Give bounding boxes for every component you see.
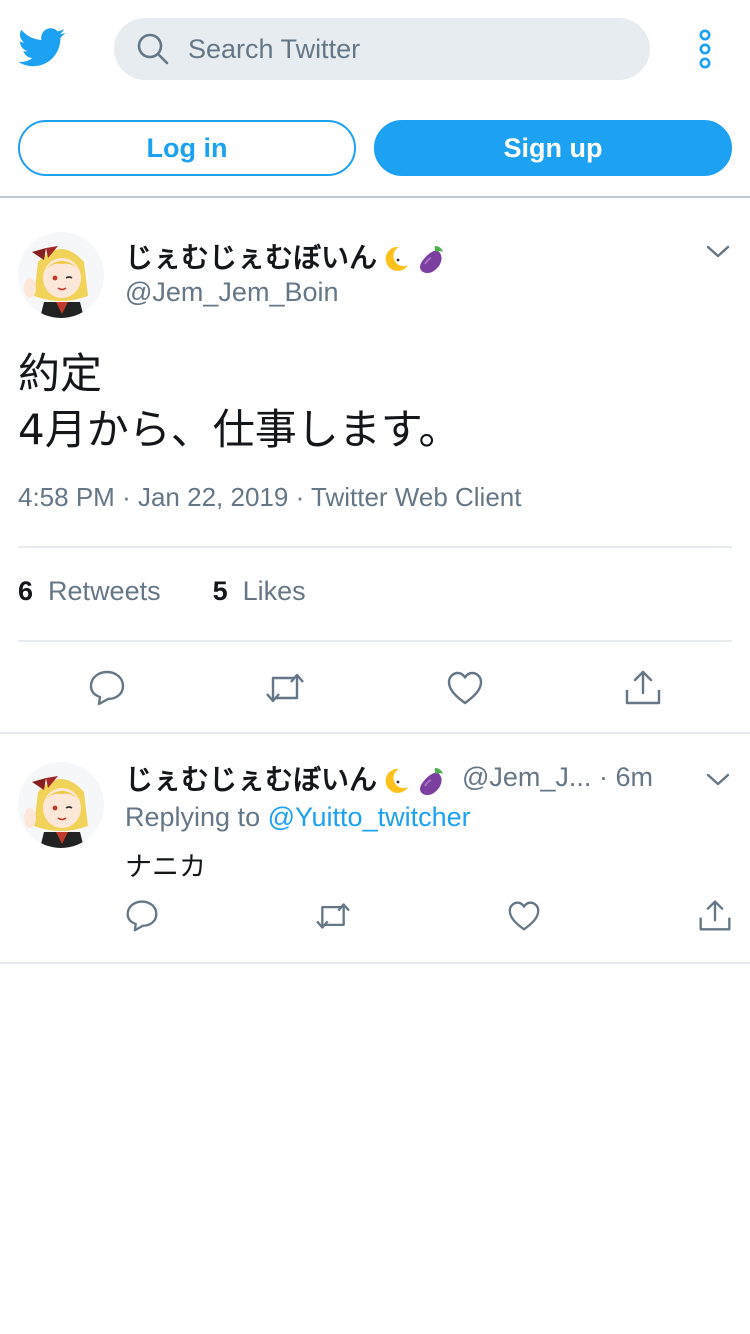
search-input[interactable] [188, 18, 628, 80]
tweet-metadata: 4:58 PM · Jan 22, 2019 · Twitter Web Cli… [18, 482, 521, 513]
tweet-text: 約定 4月から、仕事します。 [18, 349, 461, 454]
top-bar [0, 0, 750, 96]
meta-separator: · [598, 762, 608, 792]
reply-icon [126, 900, 158, 932]
avatar-image [18, 232, 104, 318]
eggplant-icon [420, 246, 444, 274]
crescent-moon-icon [385, 768, 409, 793]
more-vertical-icon[interactable] [690, 28, 720, 72]
reply-button[interactable] [88, 668, 126, 706]
replying-to-link[interactable]: @Yuitto_twitcher [268, 802, 471, 832]
meta-separator: · [295, 482, 305, 512]
share-button[interactable] [624, 668, 662, 706]
like-button[interactable] [446, 670, 484, 706]
avatar-image [18, 762, 104, 848]
like-label: Likes [242, 576, 306, 606]
tweet-client[interactable]: Twitter Web Client [311, 482, 521, 512]
retweet-icon [266, 673, 304, 703]
twitter-bird-icon[interactable] [18, 28, 66, 68]
handle[interactable]: @Jem_Jem_Boin [125, 277, 339, 308]
divider [18, 546, 732, 548]
eggplant-icon [420, 768, 444, 796]
login-button[interactable]: Log in [18, 120, 356, 176]
reply-text: ナニカ [125, 852, 206, 883]
replying-to: Replying to @Yuitto_twitcher [125, 802, 471, 833]
divider [0, 732, 750, 734]
handle[interactable]: @Jem_J... [462, 762, 591, 792]
tweet-stats: 6 Retweets 5 Likes [18, 576, 306, 607]
heart-icon [447, 671, 483, 705]
heart-icon [508, 901, 540, 931]
retweet-button[interactable] [314, 900, 352, 932]
divider [0, 962, 750, 964]
retweet-label: Retweets [48, 576, 161, 606]
display-name[interactable]: じぇむじぇむぼいん [125, 236, 449, 276]
likes-stat[interactable]: 5 Likes [213, 576, 306, 606]
display-name-text: じぇむじぇむぼいん [125, 241, 378, 274]
search-box[interactable] [114, 18, 650, 80]
tweet-page: Log in Sign up じぇむじぇむぼいん @Jem_Je [0, 0, 750, 1334]
meta-separator: · [122, 482, 131, 512]
reply-icon [89, 670, 125, 706]
display-name[interactable]: じぇむじぇむぼいん [125, 758, 449, 798]
tweet-age[interactable]: 6m [615, 762, 653, 792]
retweet-count: 6 [18, 576, 34, 606]
share-icon [625, 670, 661, 705]
retweet-button[interactable] [264, 670, 306, 706]
search-icon [137, 33, 169, 65]
like-button[interactable] [507, 900, 541, 932]
signup-button[interactable]: Sign up [374, 120, 732, 176]
share-button[interactable] [698, 898, 732, 932]
avatar[interactable] [18, 232, 104, 318]
retweet-icon [316, 903, 350, 929]
reply-button[interactable] [125, 898, 159, 932]
tweet-date[interactable]: Jan 22, 2019 [138, 482, 288, 512]
tweet-time[interactable]: 4:58 PM [18, 482, 115, 512]
share-icon [699, 900, 731, 931]
like-count: 5 [212, 576, 228, 606]
display-name-text: じぇむじぇむぼいん [125, 763, 378, 796]
chevron-down-icon[interactable] [705, 243, 731, 261]
avatar[interactable] [18, 762, 104, 848]
divider [18, 640, 732, 642]
replying-prefix: Replying to [125, 802, 261, 832]
header-divider [0, 196, 750, 198]
crescent-moon-icon [385, 246, 409, 271]
reply-handle-line: @Jem_J... · 6m [462, 762, 653, 793]
retweets-stat[interactable]: 6 Retweets [18, 576, 161, 606]
chevron-down-icon[interactable] [705, 771, 731, 789]
